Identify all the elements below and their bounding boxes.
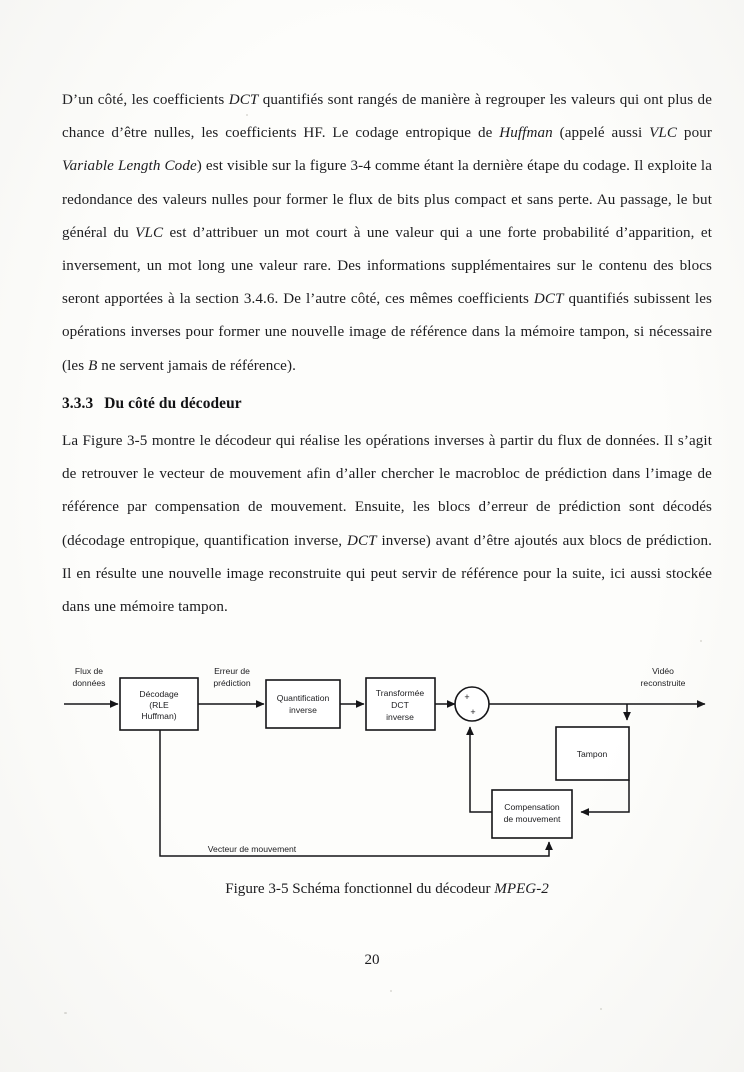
block-tampon-label: Tampon bbox=[577, 749, 608, 759]
block-transformee-label-2: DCT bbox=[391, 700, 409, 710]
section-heading-container: 3.3.3 Du côté du décodeur bbox=[62, 392, 712, 416]
scan-speck bbox=[120, 300, 122, 302]
scan-speck bbox=[600, 1008, 602, 1010]
block-quantification-label-1: Quantification bbox=[277, 693, 330, 703]
block-quantification-label-2: inverse bbox=[289, 705, 317, 715]
block-compensation-label-1: Compensation bbox=[504, 802, 560, 812]
document-page: D’un côté, les coefficients DCT quantifi… bbox=[0, 0, 744, 1072]
label-flux-de-donnees-1: Flux de bbox=[75, 666, 103, 676]
page-number: 20 bbox=[364, 952, 380, 968]
paragraph-one: D’un côté, les coefficients DCT quantifi… bbox=[62, 92, 712, 374]
paragraph-two-container: La Figure 3-5 montre le décodeur qui réa… bbox=[62, 425, 712, 624]
adder-plus-bottom: + bbox=[470, 707, 475, 717]
wire-compensation-to-adder bbox=[466, 726, 492, 813]
wire-vecteur-de-mouvement bbox=[159, 730, 553, 857]
scan-speck bbox=[648, 206, 650, 208]
block-transformee-label-3: inverse bbox=[386, 712, 414, 722]
figure-caption-standard: MPEG-2 bbox=[494, 881, 549, 897]
block-decodage-label-3: Huffman) bbox=[141, 711, 176, 721]
paragraph-two: La Figure 3-5 montre le décodeur qui réa… bbox=[62, 433, 712, 616]
scan-speck bbox=[390, 990, 392, 992]
label-video-reconstruite-2: reconstruite bbox=[641, 678, 686, 688]
figure-caption-prefix: Figure 3-5 Schéma fonctionnel du décodeu… bbox=[225, 881, 495, 897]
block-compensation-label-2: de mouvement bbox=[504, 814, 561, 824]
scan-speck bbox=[246, 114, 248, 116]
section-heading: 3.3.3 Du côté du décodeur bbox=[62, 392, 712, 416]
label-vecteur-de-mouvement: Vecteur de mouvement bbox=[208, 844, 297, 854]
label-erreur-de-prediction-2: prédiction bbox=[213, 678, 250, 688]
section-heading-title: Du côté du décodeur bbox=[104, 395, 242, 412]
block-decodage-label-2: (RLE bbox=[149, 700, 169, 710]
decoder-block-diagram: Décodage (RLE Huffman) Quantification in… bbox=[62, 634, 712, 874]
block-transformee-label-1: Transformée bbox=[376, 688, 425, 698]
scan-speck bbox=[700, 640, 702, 642]
adder-plus-top: + bbox=[464, 692, 469, 702]
label-erreur-de-prediction-1: Erreur de bbox=[214, 666, 250, 676]
label-flux-de-donnees-2: données bbox=[73, 678, 106, 688]
block-decodage-label-1: Décodage bbox=[139, 689, 178, 699]
wire-tampon-to-compensation bbox=[580, 780, 630, 816]
scan-speck bbox=[64, 1012, 67, 1014]
section-heading-number: 3.3.3 bbox=[62, 395, 94, 412]
figure-caption: Figure 3-5 Schéma fonctionnel du décodeu… bbox=[62, 878, 712, 900]
paragraph-one-container: D’un côté, les coefficients DCT quantifi… bbox=[62, 84, 712, 383]
block-quantification-inverse bbox=[265, 679, 341, 729]
label-video-reconstruite-1: Vidéo bbox=[652, 666, 674, 676]
